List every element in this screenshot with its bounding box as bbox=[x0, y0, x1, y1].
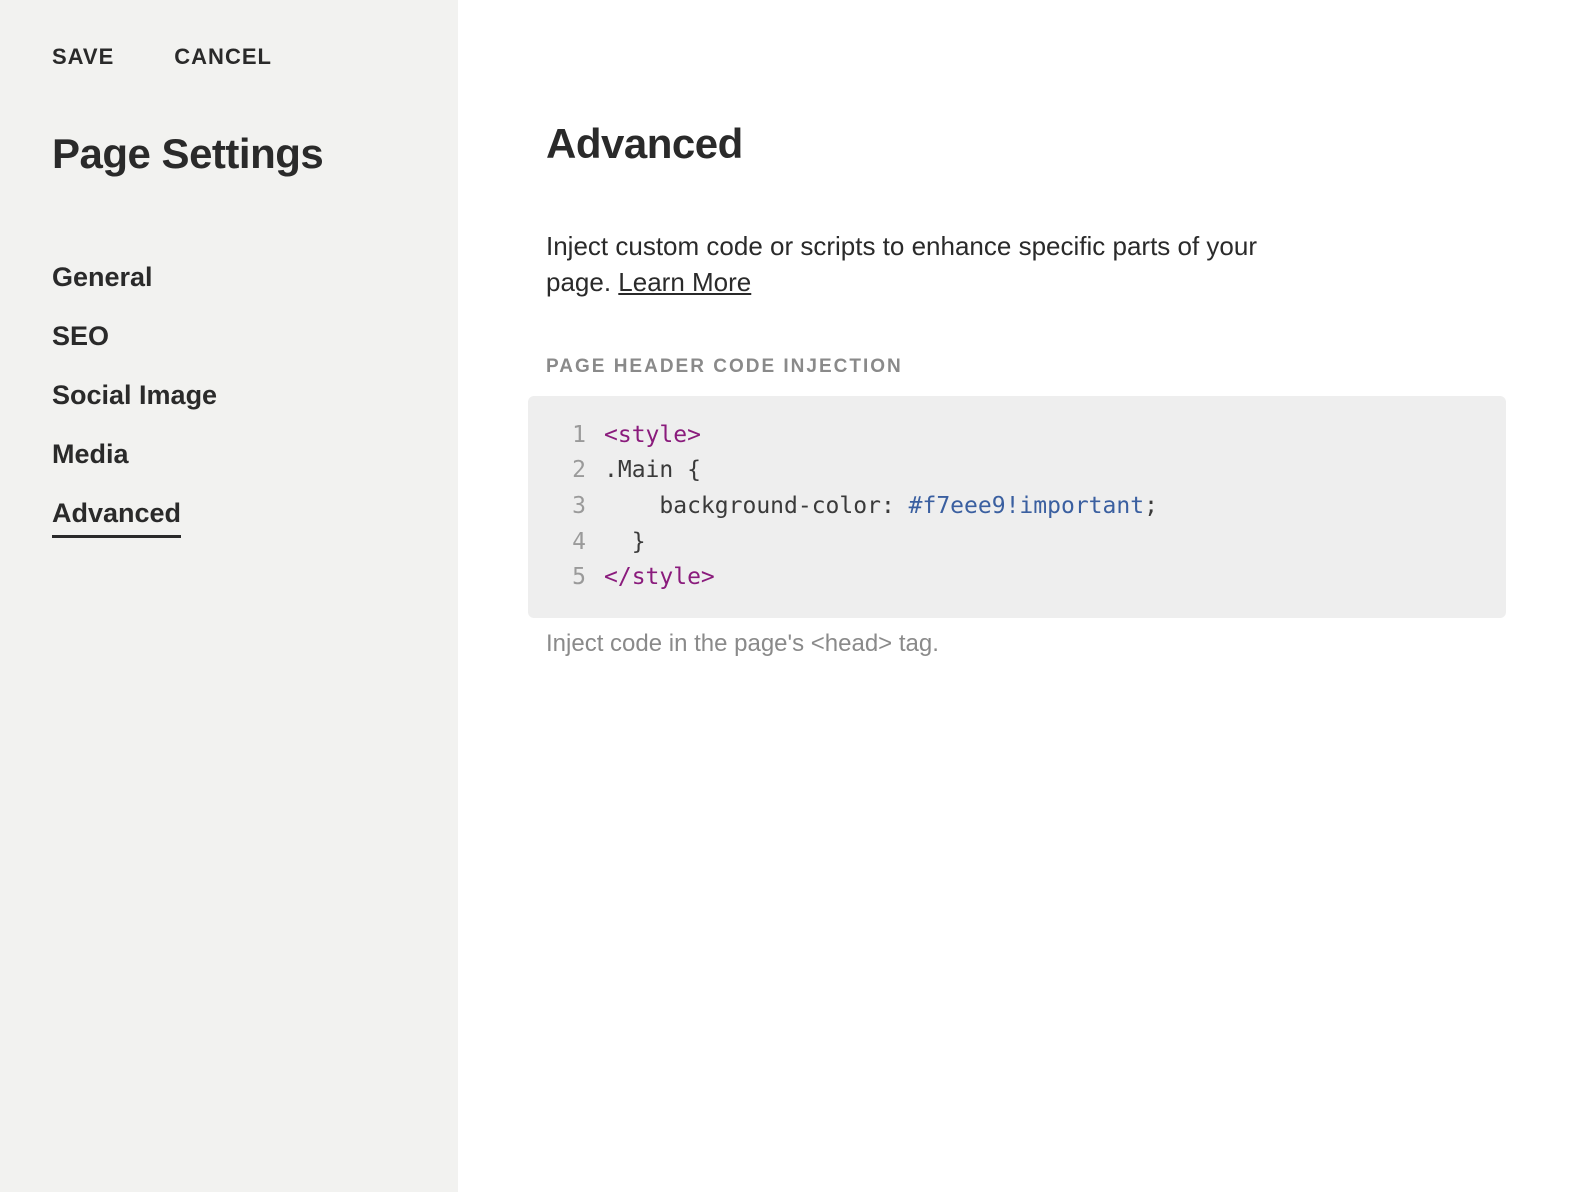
line-number: 2 bbox=[556, 453, 586, 489]
line-number: 3 bbox=[556, 489, 586, 525]
code-line: 1 <style> bbox=[556, 418, 1478, 454]
section-label: PAGE HEADER CODE INJECTION bbox=[546, 356, 1506, 378]
sidebar-title: Page Settings bbox=[52, 130, 406, 178]
code-line: 5 </style> bbox=[556, 560, 1478, 596]
code-content: </style> bbox=[604, 560, 715, 596]
sidebar-item-seo[interactable]: SEO bbox=[52, 307, 109, 366]
save-button[interactable]: SAVE bbox=[52, 44, 114, 70]
code-content: background-color: #f7eee9!important; bbox=[604, 489, 1158, 525]
sidebar-actions: SAVE CANCEL bbox=[52, 44, 406, 70]
line-number: 4 bbox=[556, 525, 586, 561]
sidebar-nav: GeneralSEOSocial ImageMediaAdvanced bbox=[52, 248, 406, 538]
page-title: Advanced bbox=[546, 120, 1506, 168]
line-number: 1 bbox=[556, 418, 586, 454]
code-content: .Main { bbox=[604, 453, 701, 489]
sidebar-item-media[interactable]: Media bbox=[52, 425, 129, 484]
code-content: <style> bbox=[604, 418, 701, 454]
sidebar-item-general[interactable]: General bbox=[52, 248, 153, 307]
sidebar-item-advanced[interactable]: Advanced bbox=[52, 484, 181, 538]
code-line: 3 background-color: #f7eee9!important; bbox=[556, 489, 1478, 525]
line-number: 5 bbox=[556, 560, 586, 596]
learn-more-link[interactable]: Learn More bbox=[618, 267, 751, 297]
main-panel: Advanced Inject custom code or scripts t… bbox=[458, 0, 1594, 1192]
sidebar: SAVE CANCEL Page Settings GeneralSEOSoci… bbox=[0, 0, 458, 1192]
code-line: 2 .Main { bbox=[556, 453, 1478, 489]
cancel-button[interactable]: CANCEL bbox=[174, 44, 272, 70]
code-content: } bbox=[604, 525, 646, 561]
code-injection-editor[interactable]: 1<style>2.Main {3 background-color: #f7e… bbox=[528, 396, 1506, 618]
help-text: Inject code in the page's <head> tag. bbox=[546, 630, 1506, 658]
description: Inject custom code or scripts to enhance… bbox=[546, 228, 1266, 301]
sidebar-item-social-image[interactable]: Social Image bbox=[52, 366, 217, 425]
code-line: 4 } bbox=[556, 525, 1478, 561]
